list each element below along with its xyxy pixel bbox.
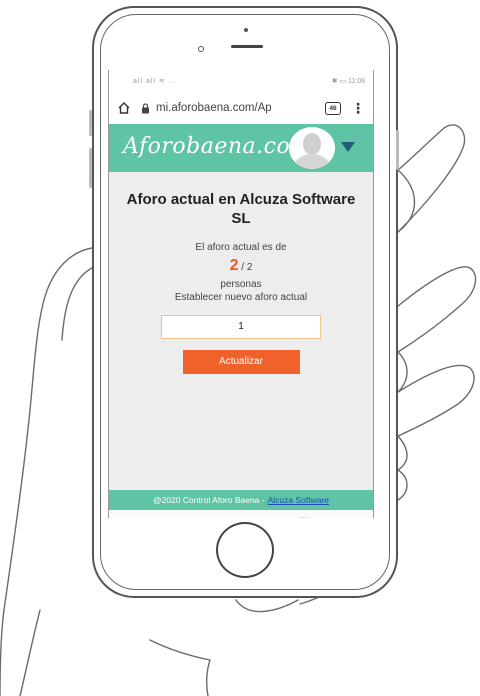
site-logo[interactable]: Aforobaena.com	[123, 134, 312, 159]
battery-time: ✱ ▭ 11:08	[331, 78, 365, 85]
address-bar[interactable]: mi.aforobaena.com/Ap	[141, 102, 315, 114]
status-bar: all all ≋ .. ✱ ▭ 11:08	[109, 70, 373, 92]
set-capacity-label: Establecer nuevo aforo actual	[174, 292, 308, 303]
tabs-count-button[interactable]: 46	[325, 101, 341, 115]
home-icon[interactable]	[117, 101, 131, 115]
update-button[interactable]: Actualizar	[182, 350, 300, 374]
browser-menu-icon[interactable]: ⋮	[351, 101, 365, 115]
phone-home-button[interactable]	[216, 522, 274, 578]
front-camera	[198, 46, 204, 52]
signal-indicators: all all ≋ ..	[133, 78, 175, 85]
phone-screen: all all ≋ .. ✱ ▭ 11:08 mi.aforobaena.com…	[108, 70, 374, 518]
main-content: Aforo actual en Alcuza Software SL El af…	[109, 172, 373, 490]
url-text: mi.aforobaena.com/Ap	[156, 102, 272, 114]
avatar-head-shape	[303, 133, 321, 155]
caret-down-icon[interactable]	[341, 142, 355, 152]
back-icon[interactable]: ◁	[176, 515, 184, 519]
footer-link[interactable]: Alcuza Software	[268, 495, 329, 505]
phone-power-button	[396, 130, 399, 170]
android-nav-bar: ◁ ○ □	[109, 510, 373, 518]
current-capacity-label: El aforo actual es de	[195, 242, 287, 253]
page-title: Aforo actual en Alcuza Software SL	[126, 191, 356, 227]
unit-label: personas	[220, 279, 262, 290]
site-footer: @2020 Control Aforo Baena - Alcuza Softw…	[109, 490, 373, 510]
new-capacity-input[interactable]: 1	[161, 315, 321, 339]
phone-side-button	[89, 148, 92, 188]
current-count-value: 2	[229, 257, 239, 274]
home-nav-icon[interactable]: ○	[239, 515, 246, 518]
browser-toolbar: mi.aforobaena.com/Ap 46 ⋮	[109, 92, 373, 124]
earpiece-speaker	[231, 45, 263, 48]
recents-icon[interactable]: □	[299, 515, 306, 518]
user-avatar[interactable]	[289, 127, 335, 169]
capacity-limit: / 2	[241, 262, 253, 273]
lock-icon	[142, 102, 149, 113]
front-sensor	[244, 28, 248, 32]
phone-side-button	[89, 110, 92, 136]
current-count: 2 / 2	[109, 257, 373, 275]
footer-text: @2020 Control Aforo Baena -	[152, 495, 265, 505]
site-header: Aforobaena.com	[109, 124, 373, 172]
avatar-body-shape	[294, 154, 330, 169]
